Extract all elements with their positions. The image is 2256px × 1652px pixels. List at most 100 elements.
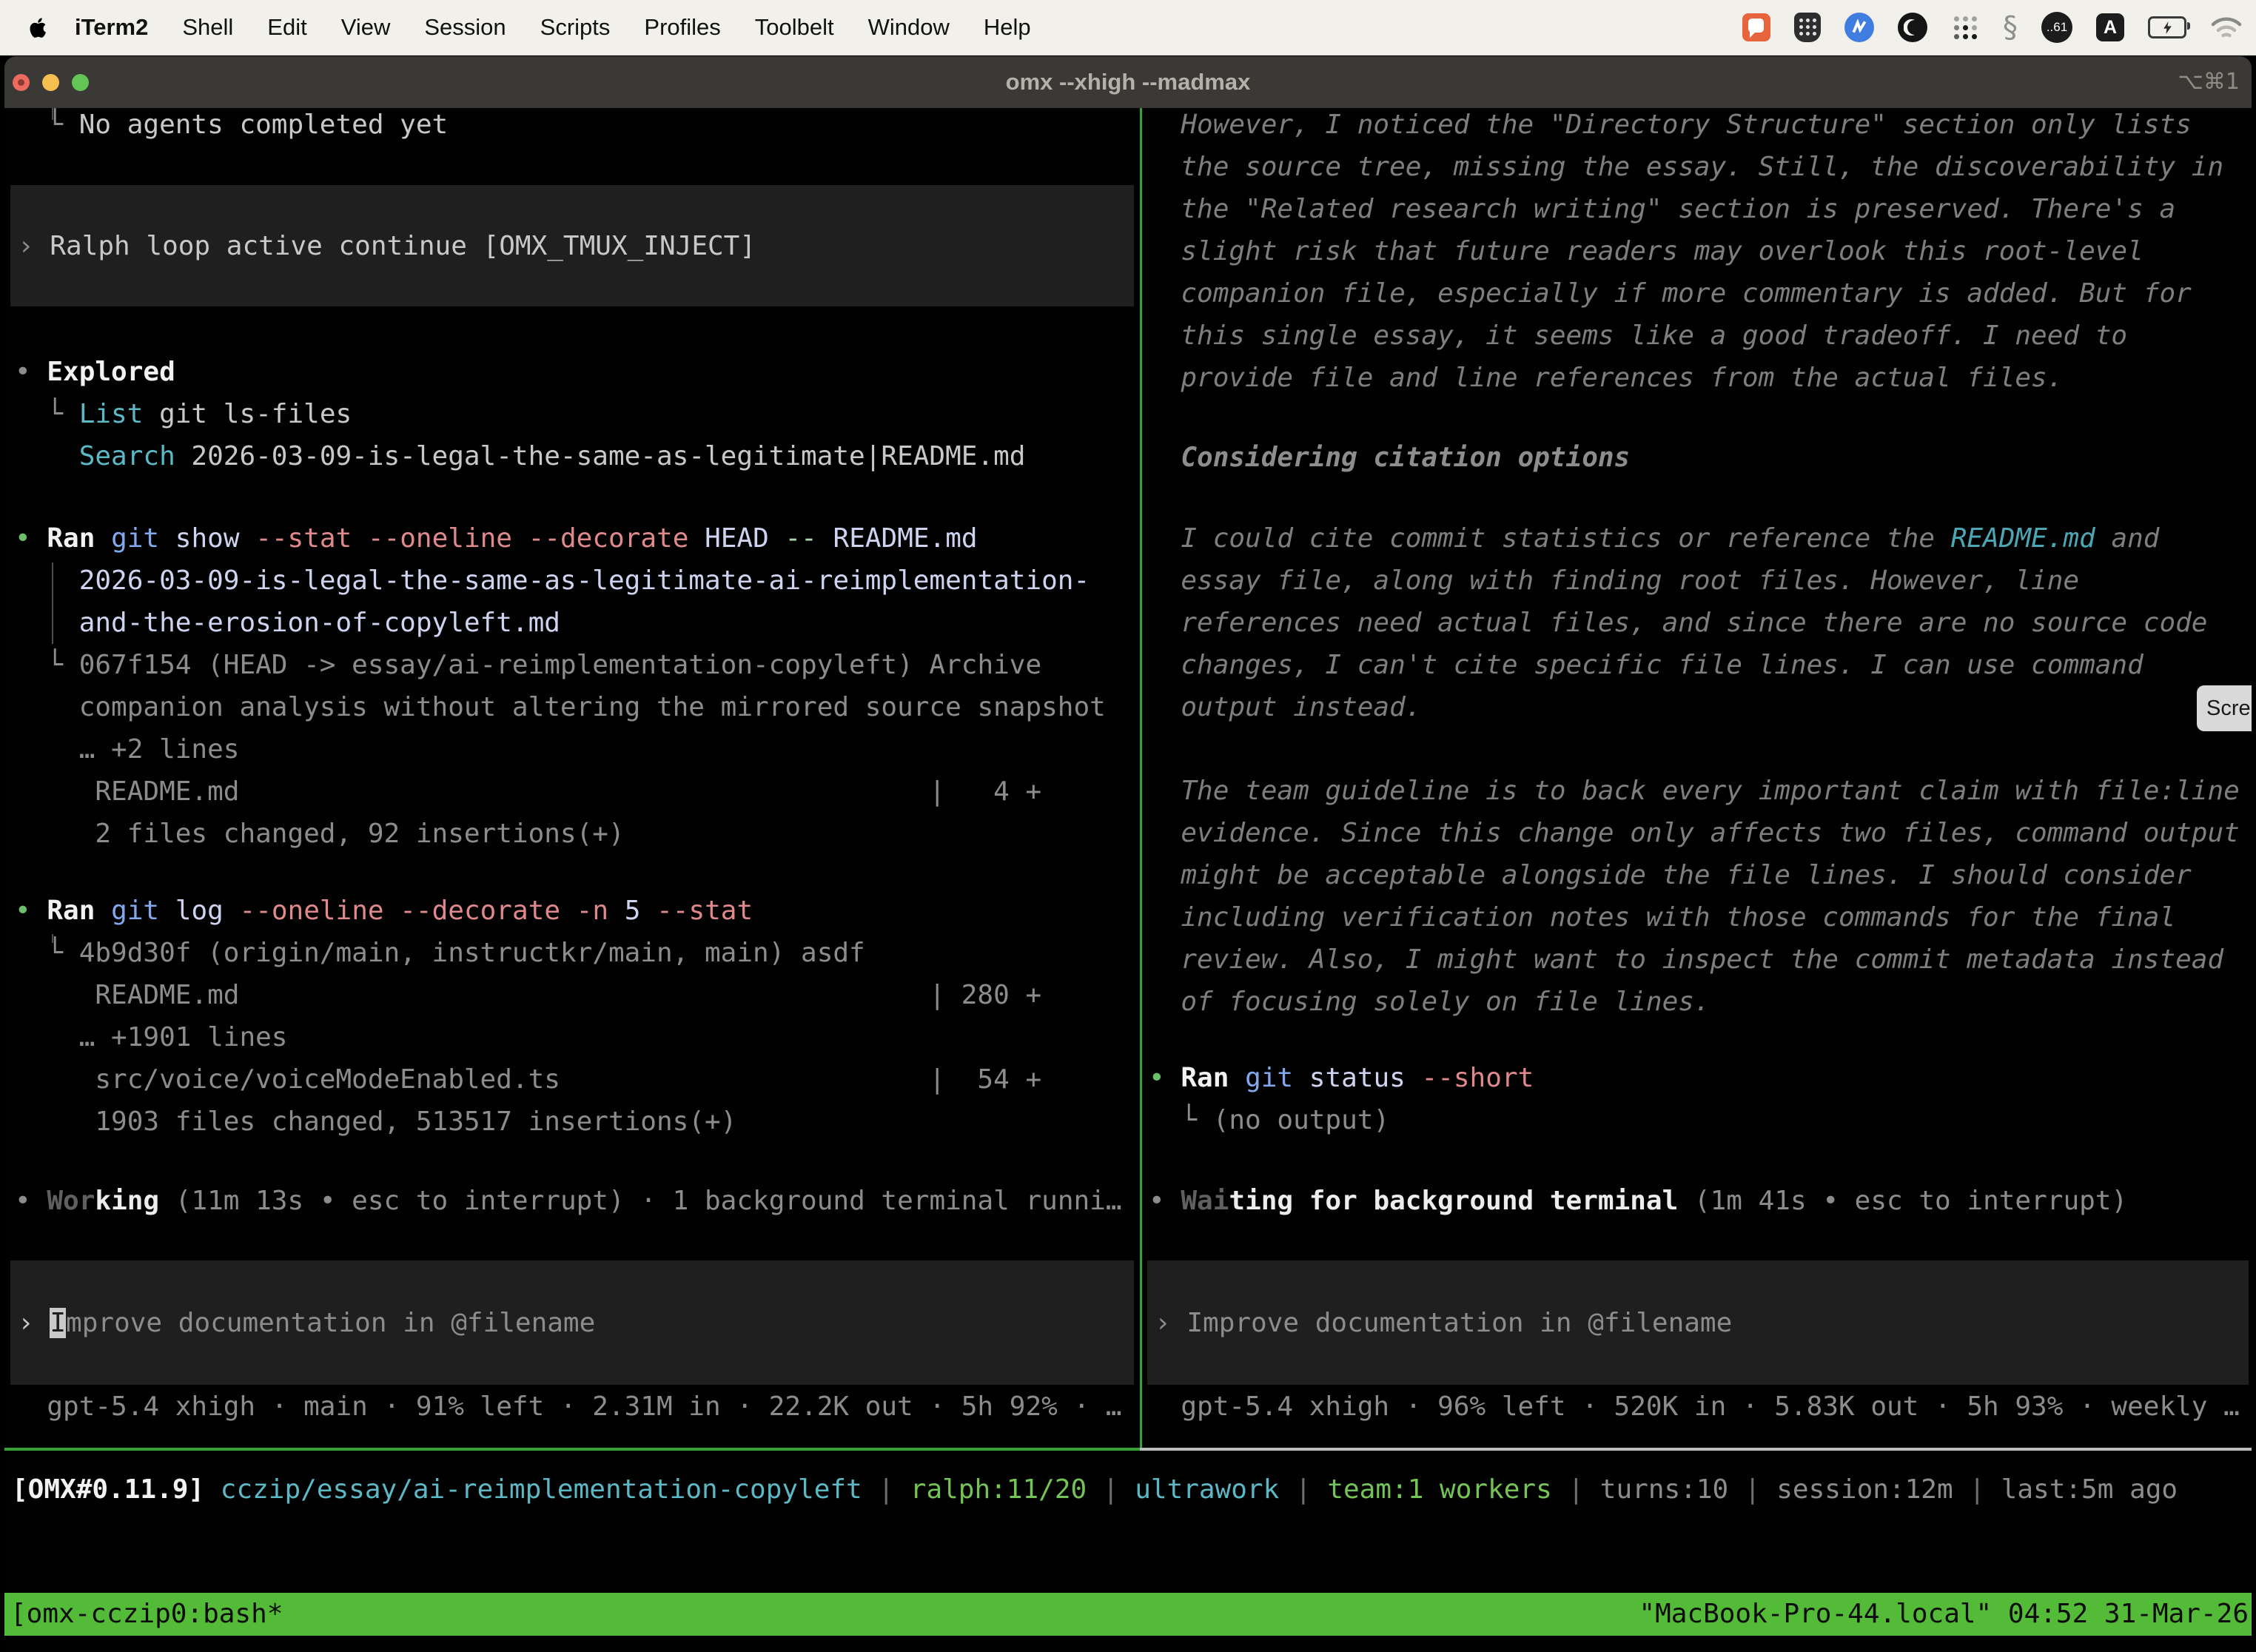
terminal-line: └ 4b9d30f (origin/main, instructkr/main,… [15,932,1141,974]
left-model-status-line: gpt-5.4 xhigh · main · 91% left · 2.31M … [4,1386,1141,1428]
terminal-line: including verification notes with those … [1149,896,2252,939]
terminal-line: 1903 files changed, 513517 insertions(+) [15,1101,1141,1143]
waiting-status-line: • Waiting for background terminal (1m 41… [1143,1180,2252,1222]
menu-item-view[interactable]: View [341,14,391,41]
terminal-line: • Explored [15,351,1141,393]
terminal-line: › Ralph loop active continue [OMX_TMUX_I… [18,225,1134,267]
dots-grid-icon[interactable] [1951,13,1979,41]
screen-edge-tooltip: Scre [2197,685,2252,731]
menu-bar-status-icons: § ..61 A [1742,12,2243,43]
terminal-line: the source tree, missing the essay. Stil… [1149,146,2252,188]
terminal-line: references need actual files, and since … [1149,602,2252,644]
git-status-block: • Ran git status --short └ (no output) [1143,1057,2252,1141]
terminal-line: gpt-5.4 xhigh · 96% left · 520K in · 5.8… [1149,1386,2252,1428]
menu-item-edit[interactable]: Edit [267,14,306,41]
terminal-line: • Working (11m 13s • esc to interrupt) ·… [15,1180,1141,1222]
terminal-line: └ (no output) [1149,1099,2252,1141]
git-show-block: • Ran git show --stat --oneline --decora… [4,517,1141,855]
a-badge-icon[interactable]: A [2096,13,2124,41]
terminal-line: The team guideline is to back every impo… [1149,770,2252,812]
squiggle-icon[interactable]: § [2003,13,2018,42]
terminal-line: output instead. [1149,686,2252,728]
wifi-icon[interactable] [2210,15,2243,40]
menu-item-profiles[interactable]: Profiles [644,14,720,41]
terminal-line: README.md | 280 + [15,974,1141,1016]
terminal-line: might be acceptable alongside the file l… [1149,854,2252,896]
terminal-line: However, I noticed the "Directory Struct… [1149,104,2252,146]
terminal-line: └ No agents completed yet [15,104,1141,146]
left-prompt-input[interactable]: › Improve documentation in @filename [10,1260,1134,1385]
count-badge-icon[interactable]: ..61 [2041,12,2072,43]
menu-item-help[interactable]: Help [984,14,1031,41]
pane-bottom-border-inactive [1140,1448,2252,1451]
window-title-bar[interactable]: omx --xhigh --madmax ⌥⌘1 [4,56,2252,108]
tmux-host-clock: "MacBook-Pro-44.local" 04:52 31-Mar-26 [1639,1593,2249,1636]
terminal-line: • Ran git status --short [1149,1057,2252,1099]
left-terminal-pane: └ No agents completed yet › Ralph loop a… [4,104,1141,1448]
apple-menu-icon[interactable] [30,16,50,40]
terminal-line: [OMX#0.11.9] cczip/essay/ai-reimplementa… [12,1468,2252,1511]
tmux-status-bar: [omx-cczip0:bash* "MacBook-Pro-44.local"… [4,1593,2252,1636]
terminal-line: changes, I can't cite specific file line… [1149,644,2252,686]
iterm2-window: omx --xhigh --madmax ⌥⌘1 └ No agents com… [4,56,2252,1652]
menu-item-toolbelt[interactable]: Toolbelt [755,14,834,41]
menu-item-scripts[interactable]: Scripts [540,14,611,41]
terminal-line: provide file and line references from th… [1149,357,2252,399]
terminal-line: essay file, along with finding root file… [1149,560,2252,602]
screen: iTerm2 Shell Edit View Session Scripts P… [0,0,2256,1652]
keypad-shield-icon[interactable] [1794,13,1821,42]
right-prompt-input[interactable]: › Improve documentation in @filename [1147,1260,2249,1385]
menu-items: iTerm2 Shell Edit View Session Scripts P… [75,14,1031,41]
terminal-line: 2026-03-09-is-legal-the-same-as-legitima… [15,560,1141,602]
terminal-line: › Improve documentation in @filename [18,1302,1134,1344]
reasoning-paragraph-3: The team guideline is to back every impo… [1143,770,2252,1023]
working-status-line: • Working (11m 13s • esc to interrupt) ·… [4,1180,1141,1222]
terminal-line: evidence. Since this change only affects… [1149,812,2252,854]
terminal-line: … +2 lines [15,728,1141,770]
menu-item-shell[interactable]: Shell [182,14,233,41]
terminal-line: this single essay, it seems like a good … [1149,315,2252,357]
terminal-line: • Ran git log --oneline --decorate -n 5 … [15,890,1141,932]
battery-icon[interactable] [2148,16,2186,38]
right-model-status-line: gpt-5.4 xhigh · 96% left · 520K in · 5.8… [1143,1386,2252,1428]
terminal-line: slight risk that future readers may over… [1149,230,2252,272]
window-shortcut-badge: ⌥⌘1 [2178,56,2240,108]
terminal-line: README.md | 4 + [15,770,1141,813]
terminal-line: src/voice/voiceModeEnabled.ts | 54 + [15,1058,1141,1101]
terminal-line: • Ran git show --stat --oneline --decora… [15,517,1141,560]
window-title: omx --xhigh --madmax [4,56,2252,108]
zigzag-badge-icon[interactable] [1844,13,1874,42]
reasoning-paragraph-1: However, I noticed the "Directory Struct… [1143,104,2252,399]
terminal-line: companion analysis without altering the … [15,686,1141,728]
terminal-line: of focusing solely on file lines. [1149,981,2252,1023]
macos-menu-bar: iTerm2 Shell Edit View Session Scripts P… [0,0,2256,56]
terminal-line: 2 files changed, 92 insertions(+) [15,813,1141,855]
crescent-icon[interactable] [1898,13,1927,42]
terminal-line: … +1901 lines [15,1016,1141,1058]
terminal-line: I could cite commit statistics or refere… [1149,517,2252,560]
pane-divider[interactable] [1140,108,1142,1448]
terminal-line: Considering citation options [1149,437,2252,479]
agents-status-line: └ No agents completed yet [4,104,1141,146]
terminal-line: companion file, especially if more comme… [1149,272,2252,315]
menu-item-iterm2[interactable]: iTerm2 [75,14,148,41]
terminal-line: • Waiting for background terminal (1m 41… [1149,1180,2252,1222]
pane-bottom-border-active [4,1448,1140,1451]
menu-item-window[interactable]: Window [868,14,950,41]
ralph-loop-input-box[interactable]: › Ralph loop active continue [OMX_TMUX_I… [10,185,1134,306]
reasoning-heading: Considering citation options [1143,437,2252,479]
menu-item-session[interactable]: Session [424,14,506,41]
tmux-session-tab: [omx-cczip0:bash* [10,1593,283,1636]
terminal-line: review. Also, I might want to inspect th… [1149,939,2252,981]
explored-block: • Explored └ List git ls-files Search 20… [4,351,1141,477]
right-terminal-pane: However, I noticed the "Directory Struct… [1143,104,2252,1448]
terminal-line: └ List git ls-files [15,393,1141,435]
terminal-line: › Improve documentation in @filename [1155,1302,2249,1344]
terminal-line: the "Related research writing" section i… [1149,188,2252,230]
reasoning-paragraph-2: I could cite commit statistics or refere… [1143,517,2252,728]
screen-record-chat-icon[interactable] [1742,13,1770,41]
git-log-block: • Ran git log --oneline --decorate -n 5 … [4,890,1141,1143]
terminal-line: └ 067f154 (HEAD -> essay/ai-reimplementa… [15,644,1141,686]
terminal-line: and-the-erosion-of-copyleft.md [15,602,1141,644]
terminal-line: Search 2026-03-09-is-legal-the-same-as-l… [15,435,1141,477]
